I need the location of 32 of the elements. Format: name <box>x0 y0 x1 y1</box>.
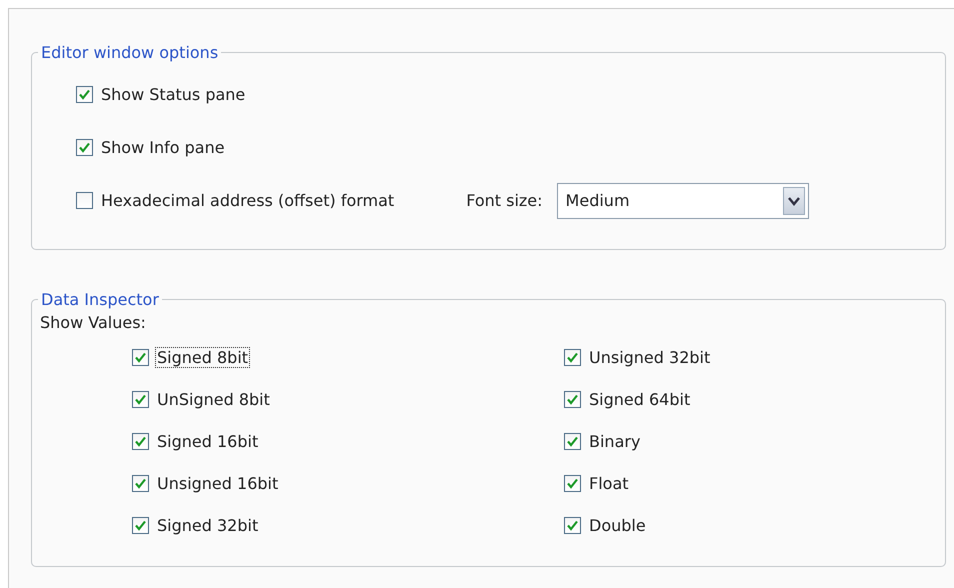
checkbox[interactable] <box>564 348 581 366</box>
caret-icon <box>782 186 805 214</box>
checkbox[interactable] <box>564 474 581 492</box>
checkbox-label: Signed 8bit <box>155 346 250 368</box>
checkbox-label: Double <box>588 514 647 536</box>
checkbox-label: Float <box>588 472 630 494</box>
checkbox-label: Unsigned 32bit <box>588 346 712 368</box>
checkbox[interactable] <box>132 432 149 450</box>
checkbox[interactable] <box>76 139 93 156</box>
checkbox[interactable] <box>564 516 581 534</box>
checkbox[interactable] <box>564 390 581 408</box>
checkbox-label: Signed 16bit <box>156 430 260 452</box>
checkbox-label: Signed 64bit <box>588 388 692 410</box>
checkbox-label: Show Info pane <box>100 137 226 158</box>
font-size-label: Font size: <box>466 191 543 210</box>
checkbox[interactable] <box>132 348 149 366</box>
checkbox[interactable] <box>564 432 581 450</box>
checkbox-label: Show Status pane <box>100 84 246 105</box>
group-title: Data Inspector <box>40 290 160 309</box>
checkbox-label: UnSigned 8bit <box>156 388 271 410</box>
checkbox[interactable] <box>132 516 149 534</box>
checkbox-label: Unsigned 16bit <box>156 472 280 494</box>
group-title: Editor window options <box>40 43 220 62</box>
checkbox-label: Binary <box>588 430 642 452</box>
font-size-dropdown[interactable]: Medium <box>556 182 809 218</box>
show-values-label: Show Values: <box>40 313 147 332</box>
checkbox[interactable] <box>76 192 93 209</box>
checkbox-label: Signed 32bit <box>156 514 260 536</box>
checkbox-label: Hexadecimal address (offset) format <box>100 190 396 211</box>
checkbox[interactable] <box>132 474 149 492</box>
checkbox[interactable] <box>132 390 149 408</box>
checkbox[interactable] <box>76 86 93 103</box>
